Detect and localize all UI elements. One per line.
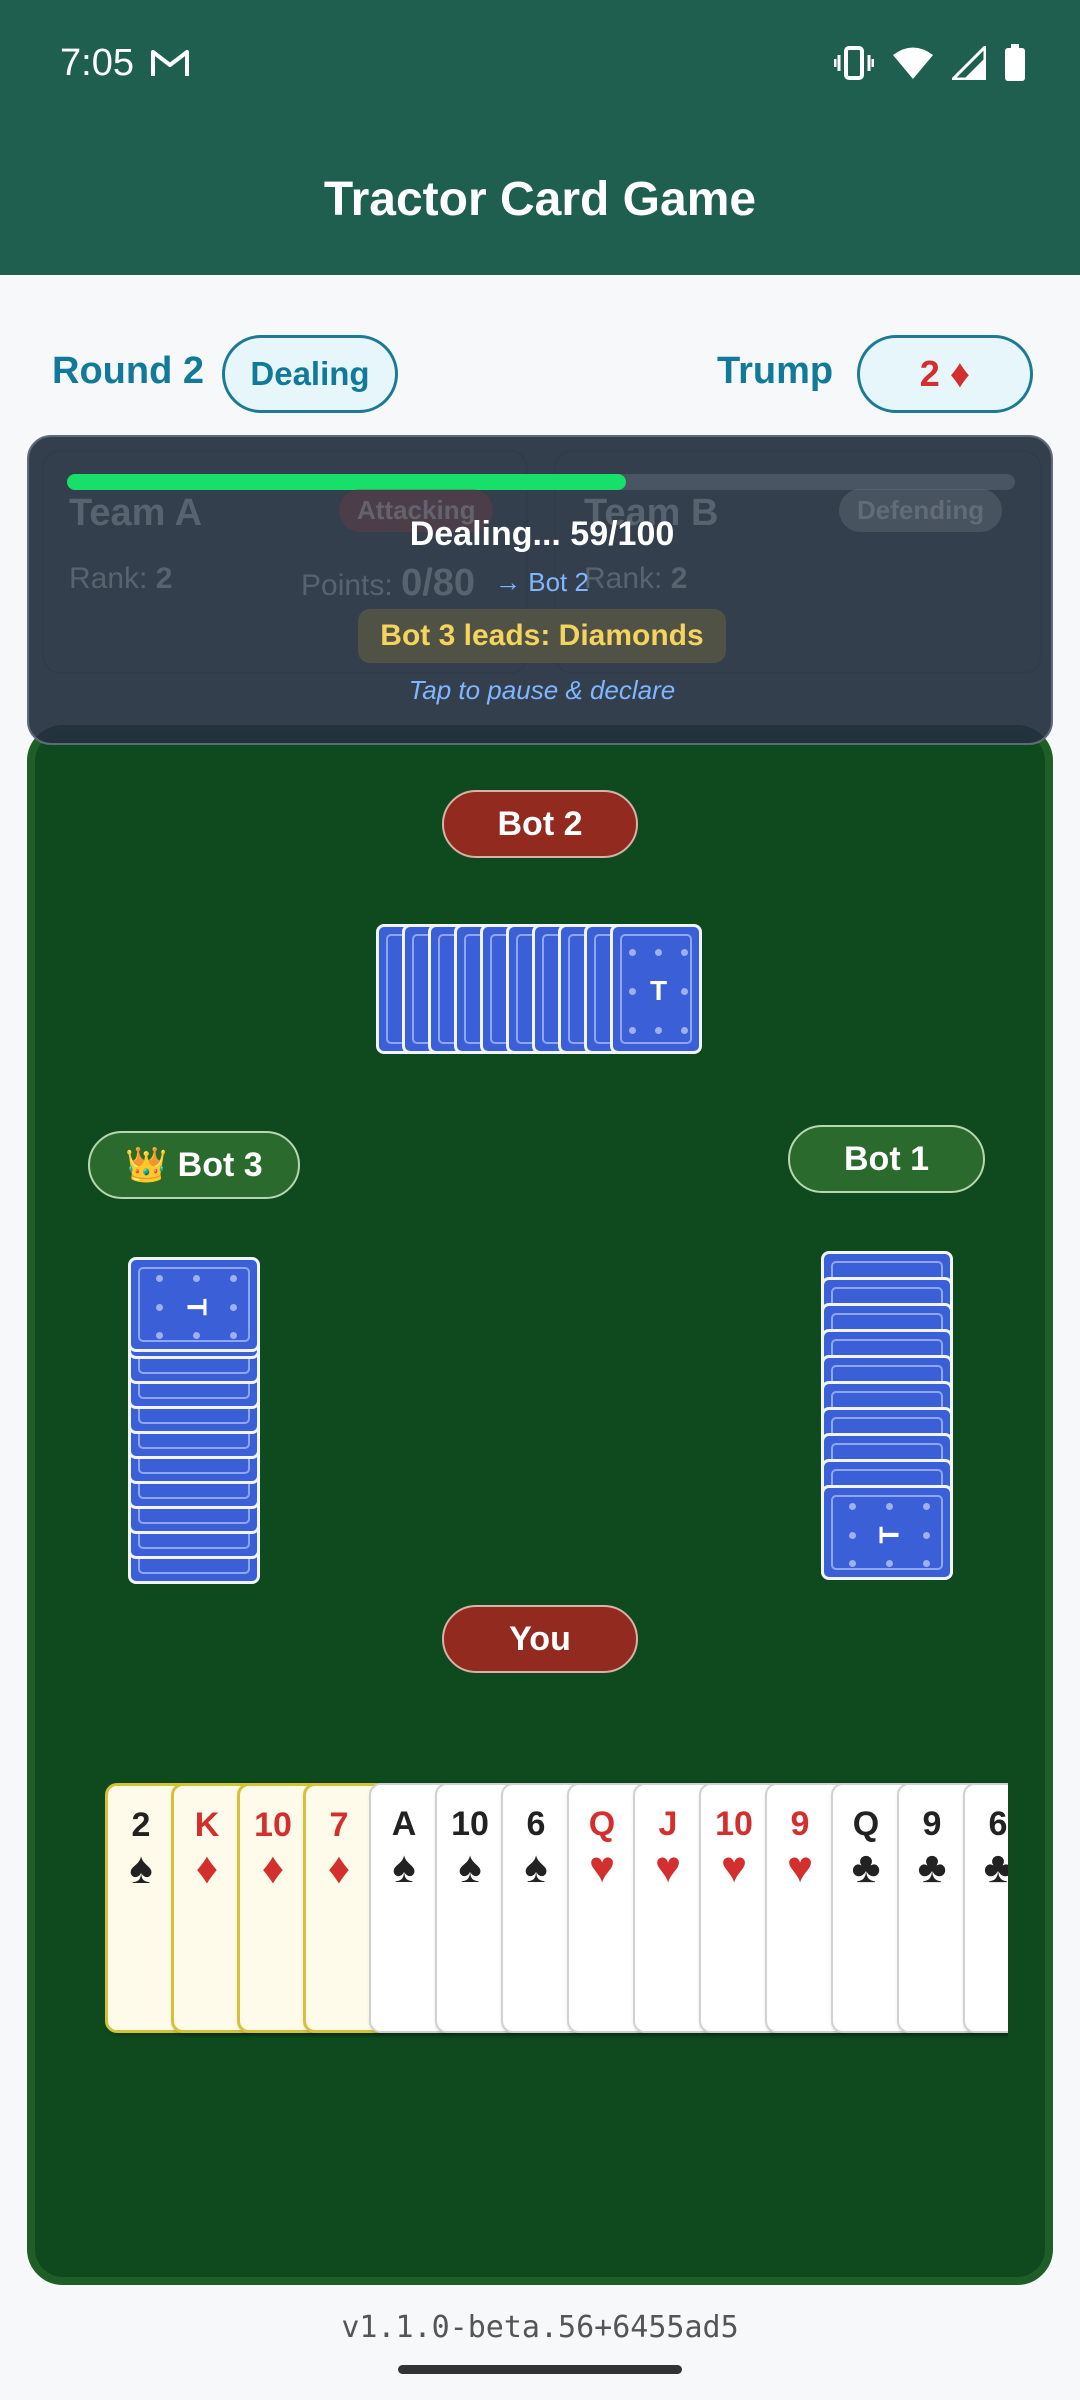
card-back: T [610,924,702,1054]
card-suit-icon: ♠ [129,1844,153,1893]
card-rank: 10 [254,1806,292,1844]
card-suit-icon: ♥ [720,1843,748,1892]
version-label: v1.1.0-beta.56+6455ad5 [341,2310,739,2345]
progress-fill [67,474,627,490]
trump-rank: 2 [919,353,940,394]
card-suit-icon: ♠ [392,1843,416,1892]
diamond-icon: ♦ [949,351,971,396]
card-back-label: T [181,1297,213,1316]
dealing-overlay[interactable]: Team A Attacking Rank: 2 Points: 0/80 Te… [27,435,1053,745]
player-hand: 2 ♠ K ♦ 10 ♦ 7 ♦ A ♠ 10 ♠ 6 ♠ Q ♥ J ♥ 10 ♥ 9 ♥ Q ♣ 9 ♣ 6 ♣ [100,1770,1008,2050]
lead-announcement: Bot 3 leads: Diamonds [358,609,726,663]
card-rank: 10 [451,1805,489,1843]
card-rank: 6 [988,1805,1008,1843]
trump-label: Trump [717,350,834,392]
card-suit-icon: ♠ [458,1843,482,1892]
progress-track [67,474,1015,490]
crown-icon: 👑 [125,1146,168,1184]
card-back: T [821,1485,953,1580]
signal-icon [952,46,986,80]
card-suit-icon: ♦ [195,1844,219,1893]
card-suit-icon: ♦ [327,1844,351,1893]
player-south-label: You [442,1605,638,1673]
card-rank: A [391,1805,417,1843]
card-rank: 2 [131,1806,151,1844]
wifi-icon [893,47,933,79]
card-rank: K [194,1806,220,1844]
status-time: 7:05 [60,42,134,84]
card-suit-icon: ♣ [983,1843,1008,1892]
trump-badge: 2 ♦ [857,335,1033,413]
card-suit-icon: ♦ [261,1844,285,1893]
card-rank: Q [588,1805,616,1843]
card-back-label: T [873,1525,905,1544]
card-rank: 9 [922,1805,942,1843]
battery-icon [1005,44,1025,81]
app-title: Tractor Card Game [323,173,757,226]
vibrate-icon [834,46,874,80]
player-west-label: 👑 Bot 3 [88,1131,300,1199]
card-suit-icon: ♣ [851,1843,881,1892]
round-label: Round 2 [52,350,204,392]
card-rank: 9 [790,1805,810,1843]
card-rank: 6 [526,1805,546,1843]
card-rank: 7 [329,1806,349,1844]
status-icons [834,44,1026,82]
card-suit-icon: ♥ [786,1843,814,1892]
phase-badge: Dealing [222,335,398,413]
gmail-icon [150,48,190,83]
card-suit-icon: ♥ [654,1843,682,1892]
card-rank: 10 [715,1805,753,1843]
app-bar [0,0,1080,275]
card-back: T [128,1257,260,1352]
card-rank: Q [852,1805,880,1843]
card-suit-icon: ♣ [917,1843,947,1892]
player-north-label: Bot 2 [442,790,638,858]
hand-card[interactable]: 6 ♣ [963,1783,1008,2033]
home-indicator[interactable] [398,2365,682,2374]
card-back-label: T [650,975,668,1006]
pause-hint[interactable]: Tap to pause & declare [29,675,1055,706]
card-suit-icon: ♠ [524,1843,548,1892]
card-rank: J [658,1805,678,1843]
card-suit-icon: ♥ [588,1843,616,1892]
dealing-status: Dealing... 59/100 [409,515,675,553]
player-east-label: Bot 1 [788,1125,985,1193]
next-player-text: → Bot 2 [495,567,589,597]
